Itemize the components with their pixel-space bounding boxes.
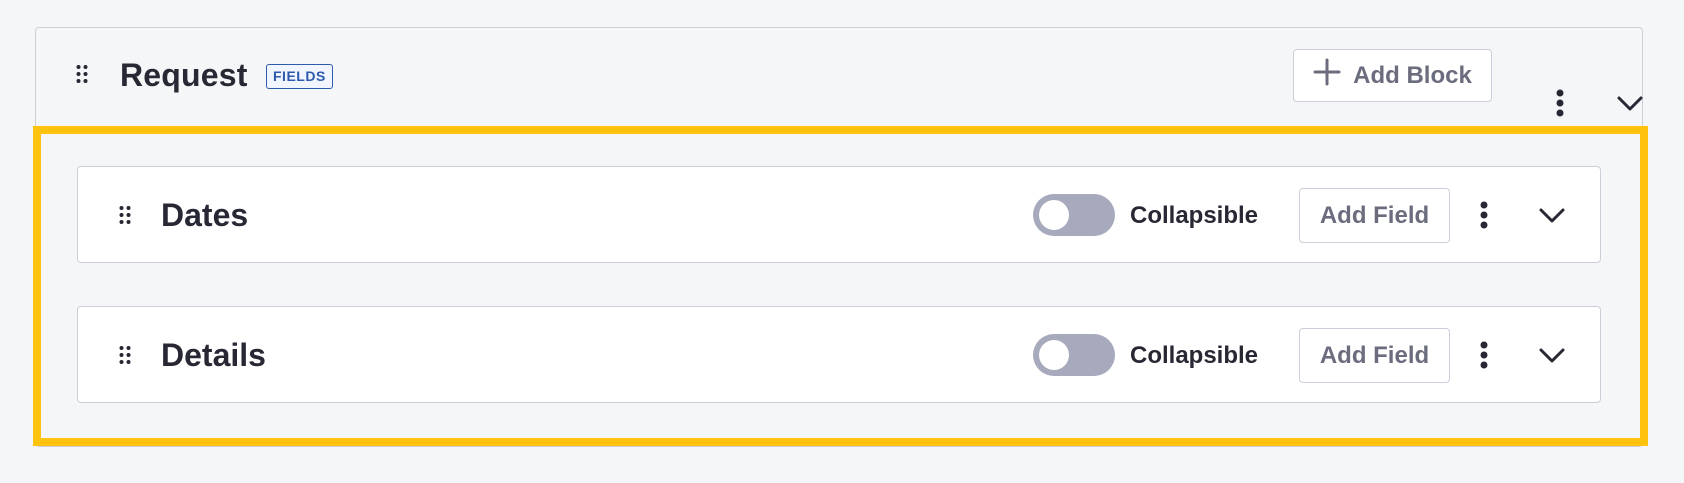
add-block-button[interactable]: Add Block xyxy=(1293,49,1492,102)
plus-icon xyxy=(1313,58,1341,93)
block-title: Details xyxy=(161,337,266,373)
add-block-label: Add Block xyxy=(1353,61,1472,89)
collapsible-label: Collapsible xyxy=(1130,202,1259,229)
fields-badge: FIELDS xyxy=(266,64,333,89)
chevron-down-icon[interactable] xyxy=(1532,335,1572,375)
add-field-button[interactable]: Add Field xyxy=(1299,328,1450,383)
more-actions-icon[interactable] xyxy=(1469,335,1499,375)
chevron-down-icon[interactable] xyxy=(1610,83,1650,123)
block-details: Details Collapsible Add Field xyxy=(77,306,1601,403)
chevron-down-icon[interactable] xyxy=(1532,195,1572,235)
more-actions-icon[interactable] xyxy=(1469,195,1499,235)
drag-handle-icon[interactable] xyxy=(119,345,131,365)
page-title: Request xyxy=(120,57,248,93)
collapsible-toggle[interactable] xyxy=(1033,334,1115,376)
block-dates: Dates Collapsible Add Field xyxy=(77,166,1601,263)
add-field-button[interactable]: Add Field xyxy=(1299,188,1450,243)
collapsible-label: Collapsible xyxy=(1130,342,1259,369)
drag-handle-icon[interactable] xyxy=(119,205,131,225)
more-actions-icon[interactable] xyxy=(1545,83,1575,123)
collapsible-toggle[interactable] xyxy=(1033,194,1115,236)
block-title: Dates xyxy=(161,197,249,233)
drag-handle-icon[interactable] xyxy=(76,64,88,84)
